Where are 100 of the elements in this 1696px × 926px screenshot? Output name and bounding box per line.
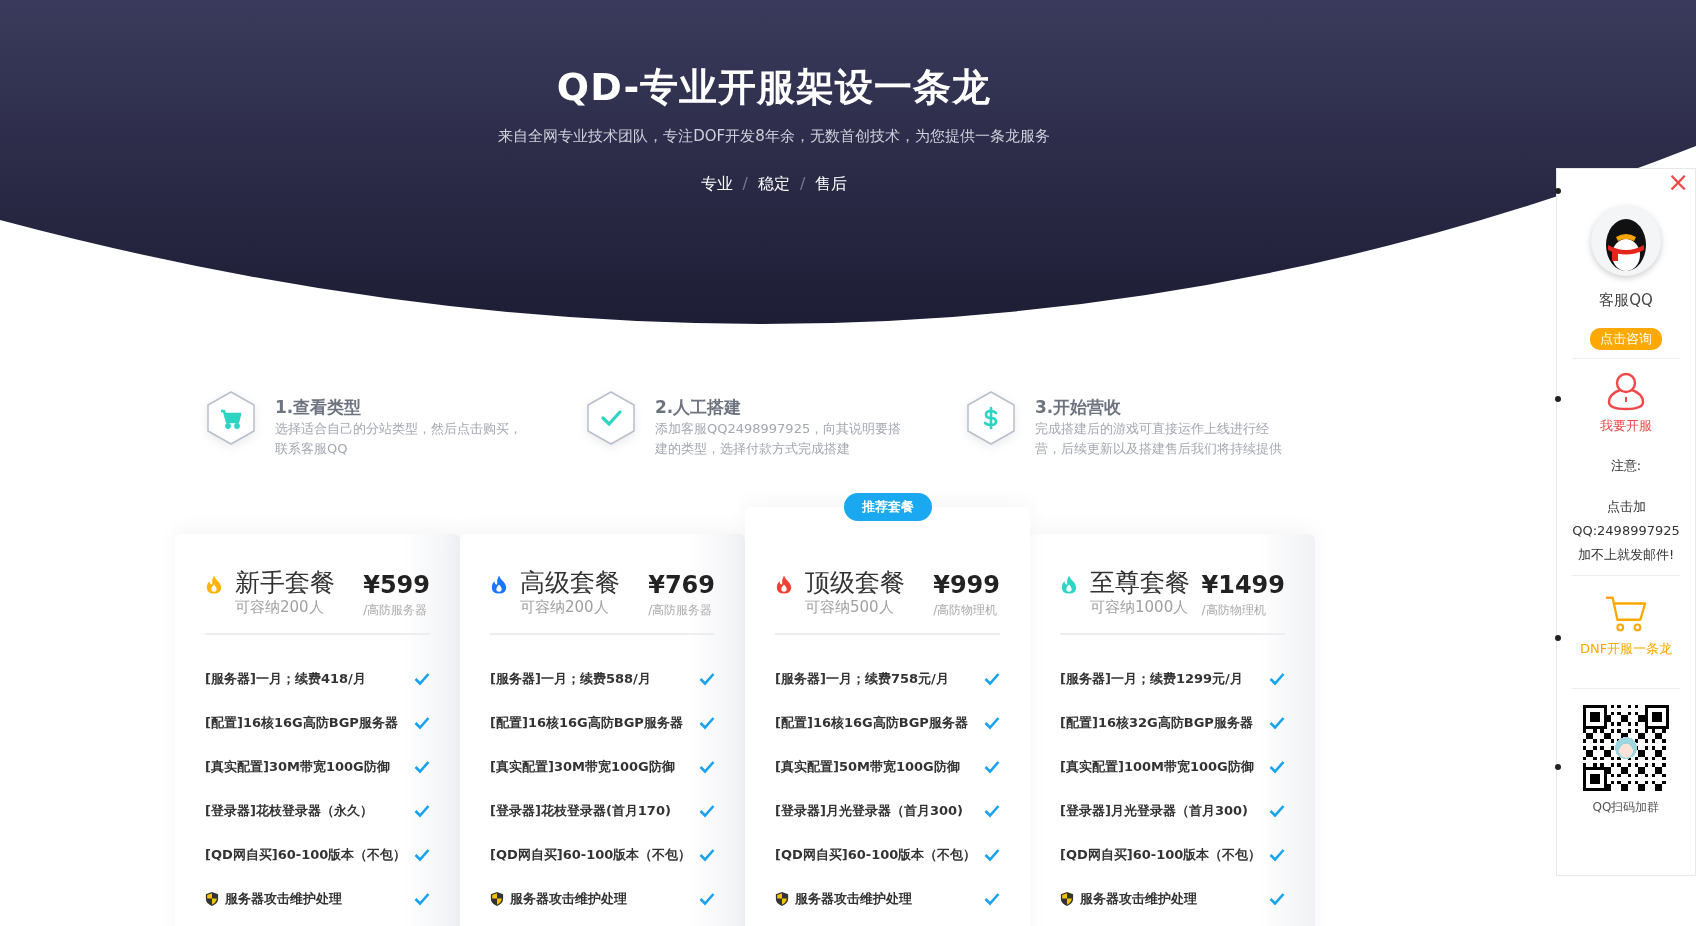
feature-text: [登录器]月光登录器（首月300)	[1060, 802, 1248, 820]
feature-text: [QD网自买]60-100版本（不包）	[205, 846, 407, 864]
tag: 稳定	[758, 174, 790, 195]
check-icon	[1269, 716, 1285, 730]
notice-title: 注意:	[1610, 457, 1642, 475]
check-icon	[984, 804, 1000, 818]
feature-text: [真实配置]50M带宽100G防御	[775, 758, 960, 776]
check-icon	[699, 672, 715, 686]
check-icon	[984, 672, 1000, 686]
check-icon	[1269, 892, 1285, 906]
plan-name: 顶级套餐	[805, 568, 906, 598]
check-icon	[699, 716, 715, 730]
recommended-badge: 推荐套餐	[843, 493, 932, 521]
check-icon	[414, 716, 430, 730]
check-icon	[414, 804, 430, 818]
feature-text: [配置]16核16G高防BGP服务器	[490, 714, 683, 732]
check-icon	[984, 892, 1000, 906]
consult-button[interactable]: 点击咨询	[1590, 328, 1662, 350]
feature-text: 服务器攻击维护处理	[510, 890, 627, 908]
feature-text: 服务器攻击维护处理	[225, 890, 342, 908]
cart-icon	[1604, 594, 1648, 634]
feature-text: [配置]16核16G高防BGP服务器	[205, 714, 398, 732]
check-icon	[1269, 848, 1285, 862]
feature-text: [服务器]一月；续费1299元/月	[1060, 670, 1243, 688]
feature-text: [登录器]花枝登录器(首月170)	[490, 802, 671, 820]
hero-title: QD-专业开服架设一条龙	[556, 64, 992, 111]
check-icon	[699, 760, 715, 774]
plan-price: ¥999	[933, 570, 1000, 601]
penguin-avatar-icon	[1590, 205, 1662, 277]
check-icon	[414, 760, 430, 774]
feature-text: [真实配置]30M带宽100G防御	[490, 758, 675, 776]
open-server-link[interactable]: 我要开服	[1600, 417, 1652, 435]
check-icon	[414, 848, 430, 862]
price-unit: /高防物理机	[933, 602, 999, 619]
step-description: 完成搭建后的游戏可直接运作上线进行经营，后续更新以及搭建售后我们将持续提供	[1035, 420, 1283, 458]
shield-icon	[490, 891, 504, 907]
shop-link[interactable]: DNF开服一条龙	[1579, 640, 1673, 658]
price-unit: /高防服务器	[363, 602, 429, 619]
check-icon	[984, 760, 1000, 774]
qr-caption: QQ扫码加群	[1592, 799, 1660, 816]
feature-text: [服务器]一月；续费418/月	[205, 670, 366, 688]
step-title: 1.查看类型	[275, 396, 363, 419]
step-title: 3.开始营收	[1035, 396, 1123, 419]
feature-text: [配置]16核16G高防BGP服务器	[775, 714, 968, 732]
plan-price: ¥599	[363, 570, 430, 601]
feature-text: [登录器]月光登录器（首月300)	[775, 802, 963, 820]
feature-text: [QD网自买]60-100版本（不包）	[775, 846, 977, 864]
close-icon[interactable]: ×	[1667, 167, 1689, 197]
bullet-dot	[1555, 188, 1561, 194]
separator: /	[742, 174, 748, 195]
feature-text: [QD网自买]60-100版本（不包）	[1060, 846, 1262, 864]
dollar-icon	[965, 390, 1017, 446]
plan-name: 高级套餐	[520, 568, 621, 598]
check-icon	[1269, 760, 1285, 774]
check-icon	[1269, 804, 1285, 818]
step-description: 添加客服QQ2498997925，向其说明要搭建的类型，选择付款方式完成搭建	[655, 420, 903, 458]
step-description: 选择适合自己的分站类型，然后点击购买，联系客服QQ	[275, 420, 523, 458]
plan-price: ¥1499	[1201, 570, 1285, 601]
plan-name: 至尊套餐	[1090, 568, 1191, 598]
tag: 售后	[815, 174, 848, 195]
plan-price: ¥769	[648, 570, 715, 601]
feature-text: 服务器攻击维护处理	[1080, 890, 1197, 908]
bullet-dot	[1555, 396, 1561, 402]
feature-text: [配置]16核32G高防BGP服务器	[1060, 714, 1253, 732]
bullet-dot	[1555, 764, 1561, 770]
feature-text: [真实配置]100M带宽100G防御	[1060, 758, 1254, 776]
step-title: 2.人工搭建	[655, 396, 743, 419]
separator: /	[800, 174, 806, 195]
plan-capacity: 可容纳200人	[520, 598, 610, 617]
feature-text: 服务器攻击维护处理	[795, 890, 912, 908]
cart-icon	[205, 390, 257, 446]
notice-text: 加不上就发邮件!	[1577, 546, 1675, 564]
check-icon	[414, 672, 430, 686]
feature-text: [登录器]花枝登录器（永久）	[205, 802, 373, 820]
feature-text: [服务器]一月；续费758元/月	[775, 670, 949, 688]
bullet-dot	[1555, 635, 1561, 641]
hero-subtitle: 来自全网专业技术团队，专注DOF开发8年余，无数首创技术，为您提供一条龙服务	[498, 127, 1050, 146]
check-icon	[699, 892, 715, 906]
person-icon	[1606, 371, 1646, 411]
notice-text: QQ:2498997925	[1572, 522, 1680, 540]
check-icon	[984, 848, 1000, 862]
feature-text: [真实配置]30M带宽100G防御	[205, 758, 390, 776]
check-icon	[1269, 672, 1285, 686]
plan-capacity: 可容纳1000人	[1090, 598, 1190, 617]
plan-capacity: 可容纳500人	[805, 598, 895, 617]
check-icon	[699, 804, 715, 818]
feature-text: [服务器]一月；续费588/月	[490, 670, 651, 688]
plan-name: 新手套餐	[235, 568, 336, 598]
shield-icon	[1060, 891, 1074, 907]
tag: 专业	[700, 174, 733, 195]
shield-icon	[205, 891, 219, 907]
feature-text: [QD网自买]60-100版本（不包）	[490, 846, 692, 864]
price-unit: /高防服务器	[648, 602, 714, 619]
check-icon	[699, 848, 715, 862]
check-icon	[585, 390, 637, 446]
check-icon	[984, 716, 1000, 730]
notice-text: 点击加	[1606, 498, 1646, 516]
shield-icon	[775, 891, 789, 907]
plan-capacity: 可容纳200人	[235, 598, 325, 617]
qq-label: 客服QQ	[1599, 291, 1653, 310]
